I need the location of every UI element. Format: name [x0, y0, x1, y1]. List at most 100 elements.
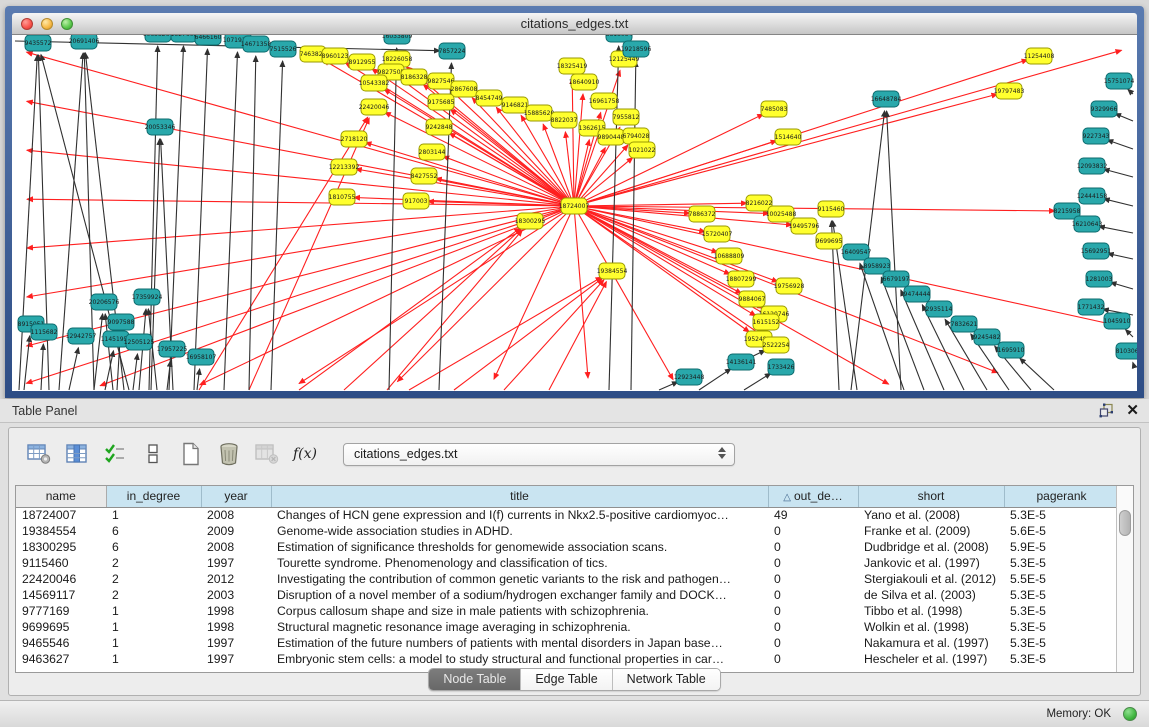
graph-node[interactable]: 9097588 [108, 314, 135, 330]
table-row[interactable]: 946362711997Embryonic stem cells: a mode… [16, 651, 1119, 667]
table-row[interactable]: 2242004622012Investigating the contribut… [16, 571, 1119, 587]
table-cell[interactable]: 1997 [201, 635, 271, 651]
graph-edge[interactable] [1126, 330, 1134, 338]
table-cell[interactable]: Tourette syndrome. Phenomenology and cla… [271, 555, 768, 571]
graph-node[interactable]: 16409547 [841, 244, 872, 260]
graph-node[interactable]: 9242848 [426, 119, 453, 135]
graph-node[interactable]: 2803144 [419, 144, 446, 160]
graph-node[interactable]: 2718120 [341, 131, 368, 147]
table-cell[interactable]: 1998 [201, 619, 271, 635]
graph-edge[interactable] [385, 112, 574, 206]
graph-node[interactable]: 1733426 [768, 359, 795, 375]
column-header-year[interactable]: year [201, 486, 271, 507]
network-graph[interactable]: 1872400774638228960123891295518226058982… [12, 35, 1137, 391]
table-cell[interactable]: 5.3E-5 [1004, 507, 1119, 523]
graph-edge[interactable] [387, 230, 522, 390]
graph-edge[interactable] [1111, 282, 1134, 289]
graph-edge[interactable] [197, 369, 200, 390]
graph-edge[interactable] [454, 278, 602, 390]
graph-node[interactable]: 7857224 [439, 43, 466, 59]
table-cell[interactable]: 6 [106, 539, 201, 555]
graph-node[interactable]: 1527602 [171, 35, 198, 42]
graph-node[interactable]: 9884067 [739, 291, 766, 307]
graph-node[interactable]: 16033809 [382, 35, 413, 44]
table-row[interactable]: 1938455462009Genome-wide association stu… [16, 523, 1119, 539]
table-cell[interactable]: 0 [768, 619, 858, 635]
graph-node[interactable]: 19797483 [994, 83, 1025, 99]
tab-edge-table[interactable]: Edge Table [521, 669, 612, 690]
table-cell[interactable]: 9777169 [16, 603, 106, 619]
close-panel-icon[interactable]: ✕ [1126, 403, 1139, 418]
graph-node[interactable]: 9245482 [974, 329, 1001, 345]
graph-edge[interactable] [1104, 169, 1133, 177]
graph-edge[interactable] [24, 336, 30, 390]
graph-node[interactable]: 12093832 [1077, 158, 1108, 174]
graph-node[interactable]: 19756928 [774, 278, 805, 294]
table-cell[interactable]: Investigating the contribution of common… [271, 571, 768, 587]
table-cell[interactable]: 2 [106, 571, 201, 587]
graph-edge[interactable] [344, 229, 521, 390]
graph-edge[interactable] [398, 206, 575, 382]
graph-node[interactable]: 9435572 [25, 35, 52, 51]
graph-node[interactable]: 8960123 [322, 48, 349, 64]
graph-node[interactable]: 12923448 [674, 369, 705, 385]
table-row[interactable]: 911546021997Tourette syndrome. Phenomeno… [16, 555, 1119, 571]
table-cell[interactable]: 1997 [201, 651, 271, 667]
function-builder-button[interactable]: f(x) [289, 438, 321, 470]
table-cell[interactable]: 22420046 [16, 571, 106, 587]
table-cell[interactable]: 5.3E-5 [1004, 619, 1119, 635]
graph-node[interactable]: 12213392 [329, 159, 360, 175]
graph-node[interactable]: 14671358 [241, 36, 272, 52]
graph-edge[interactable] [199, 117, 368, 390]
graph-node[interactable]: 1514640 [775, 129, 802, 145]
graph-node[interactable]: 20691406 [69, 35, 100, 49]
table-cell[interactable]: 5.5E-5 [1004, 571, 1119, 587]
graph-node[interactable]: 15751074 [1104, 73, 1135, 89]
graph-node[interactable]: 8912955 [349, 54, 376, 70]
graph-node[interactable]: 1045910 [1104, 313, 1131, 329]
table-cell[interactable]: 2009 [201, 523, 271, 539]
graph-node[interactable]: 1281003 [1086, 271, 1113, 287]
graph-node[interactable]: 1771432 [1078, 299, 1105, 315]
graph-edge[interactable] [271, 61, 283, 390]
graph-edge[interactable] [41, 344, 43, 390]
table-cell[interactable]: 6 [106, 523, 201, 539]
graph-node[interactable]: 9227343 [1083, 128, 1110, 144]
graph-node[interactable]: 7832621 [951, 316, 978, 332]
table-cell[interactable]: 1 [106, 603, 201, 619]
table-cell[interactable]: Estimation of the future numbers of pati… [271, 635, 768, 651]
memory-status-indicator[interactable] [1123, 707, 1137, 721]
graph-edge[interactable] [659, 382, 678, 390]
graph-node[interactable]: 16648784 [871, 91, 902, 107]
delete-columns-button[interactable] [213, 438, 245, 470]
graph-edge[interactable] [200, 206, 574, 385]
graph-edge[interactable] [94, 314, 103, 390]
table-cell[interactable]: Hescheler et al. (1997) [858, 651, 1004, 667]
table-row[interactable]: 1830029562008Estimation of significance … [16, 539, 1119, 555]
select-all-columns-button[interactable] [99, 438, 131, 470]
network-window-titlebar[interactable]: citations_edges.txt [12, 13, 1137, 35]
table-cell[interactable]: 5.3E-5 [1004, 651, 1119, 667]
table-cell[interactable]: 0 [768, 603, 858, 619]
graph-node[interactable]: 18640910 [569, 74, 600, 90]
graph-node[interactable]: 8103064 [1116, 343, 1137, 359]
graph-node[interactable]: 19495796 [789, 218, 820, 234]
table-cell[interactable]: 18300295 [16, 539, 106, 555]
table-cell[interactable]: Tibbo et al. (1998) [858, 603, 1004, 619]
graph-node[interactable]: 8454749 [476, 90, 503, 106]
table-selector-dropdown[interactable]: citations_edges.txt [343, 443, 735, 466]
table-row[interactable]: 977716911998Corpus callosum shape and si… [16, 603, 1119, 619]
graph-node[interactable]: 8822037 [551, 112, 578, 128]
table-cell[interactable]: 5.3E-5 [1004, 555, 1119, 571]
graph-node[interactable]: 12444158 [1077, 188, 1108, 204]
graph-node[interactable]: 9115460 [818, 201, 845, 217]
table-cell[interactable]: 5.3E-5 [1004, 587, 1119, 603]
table-cell[interactable]: Embryonic stem cells: a model to study s… [271, 651, 768, 667]
graph-node[interactable]: 18807299 [726, 271, 757, 287]
select-columns-button[interactable] [61, 438, 93, 470]
table-cell[interactable]: 1997 [201, 555, 271, 571]
table-cell[interactable]: 1 [106, 507, 201, 523]
graph-node[interactable]: 18724007 [559, 198, 590, 214]
graph-edge[interactable] [1020, 358, 1054, 390]
graph-node[interactable]: 1695910 [998, 342, 1025, 358]
